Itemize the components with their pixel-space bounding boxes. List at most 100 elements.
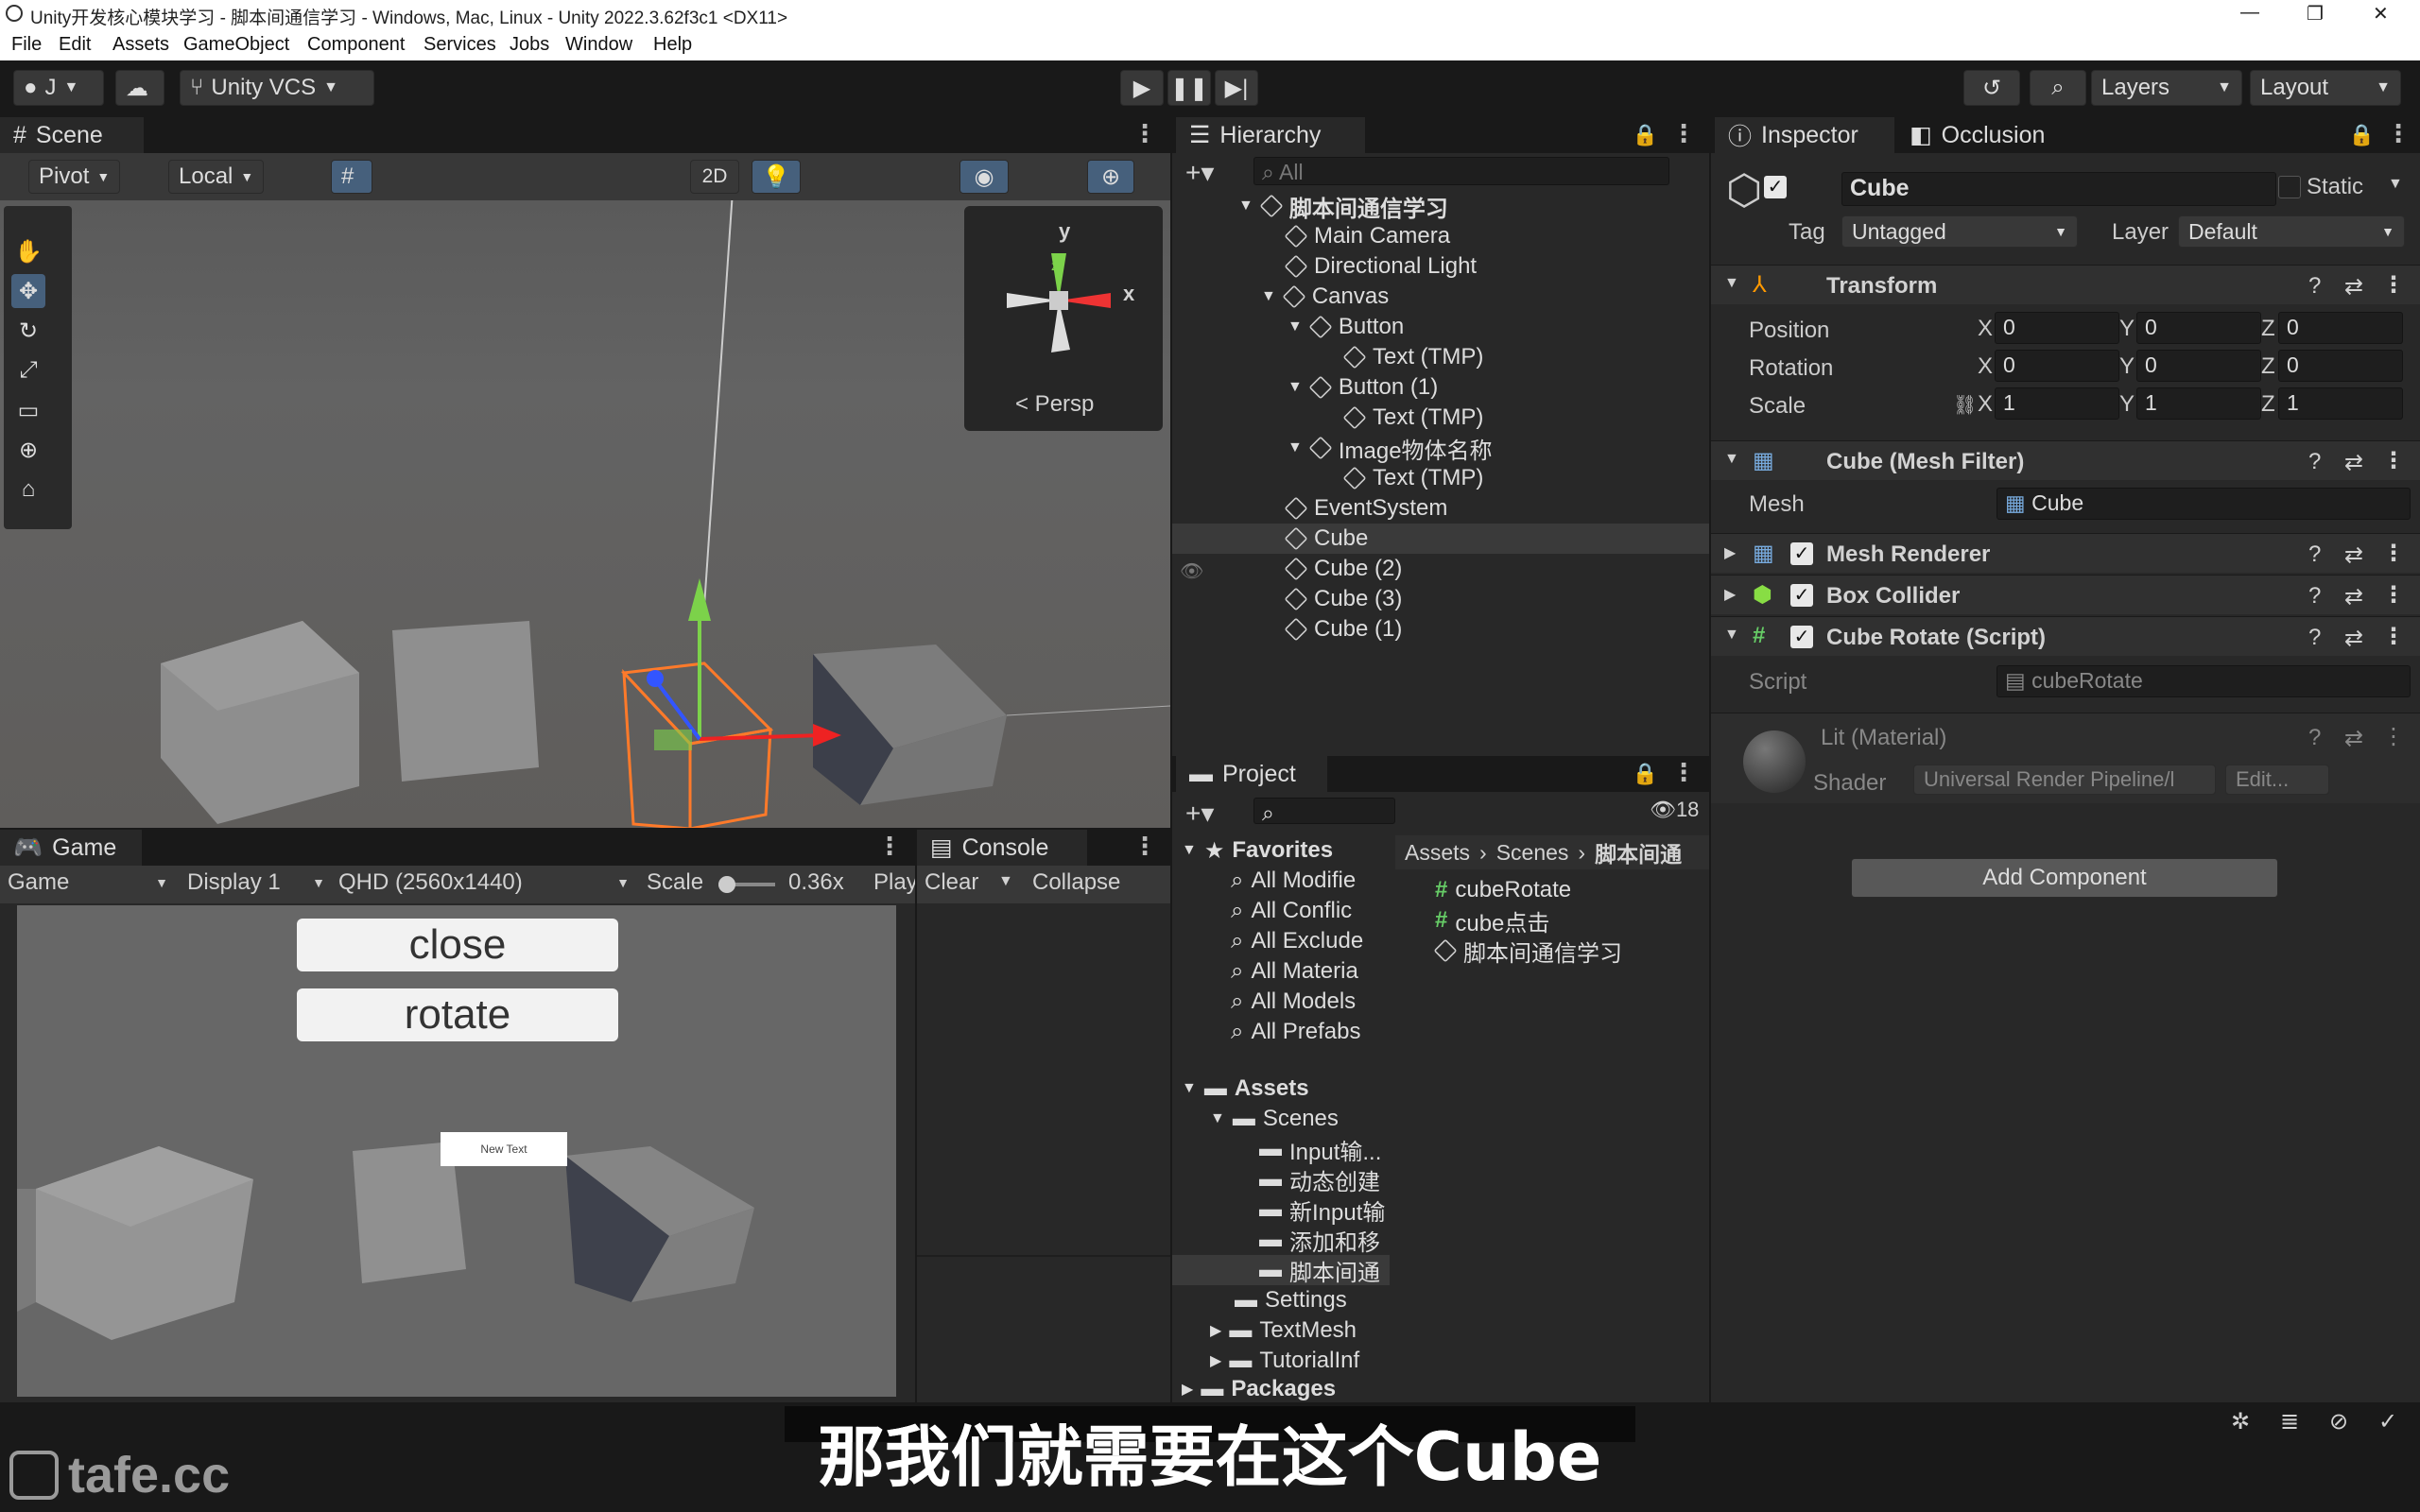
hierarchy-item[interactable]: Text (TMP) bbox=[1172, 403, 1709, 433]
more-icon[interactable]: ⋮ bbox=[2382, 540, 2405, 567]
settings-icon[interactable]: ⇄ bbox=[2344, 273, 2363, 301]
search-button[interactable]: ⌕ bbox=[2030, 70, 2086, 106]
mesh-field[interactable]: ▦ Cube bbox=[1996, 488, 2411, 520]
folder-item[interactable]: ▬ Settings bbox=[1235, 1285, 1347, 1315]
scale-x-field[interactable]: 1 bbox=[1995, 387, 2119, 420]
object-name-field[interactable]: Cube bbox=[1841, 172, 2276, 206]
play-button[interactable]: ▶ bbox=[1120, 70, 1164, 106]
favorite-item[interactable]: ⌕ All Modifie bbox=[1231, 866, 1356, 896]
help-icon[interactable]: ? bbox=[2308, 449, 2321, 475]
menu-jobs[interactable]: Jobs bbox=[510, 34, 549, 56]
assets-folder[interactable]: ▼ ▬ Assets bbox=[1182, 1074, 1309, 1104]
folder-item[interactable]: ▬ 新Input输 bbox=[1259, 1194, 1385, 1226]
menu-help[interactable]: Help bbox=[653, 34, 692, 56]
hierarchy-item[interactable]: ▼ Canvas bbox=[1172, 282, 1709, 312]
menu-gameobject[interactable]: GameObject bbox=[183, 34, 289, 56]
game-close-button[interactable]: close bbox=[297, 919, 618, 971]
pause-button[interactable]: ❚❚ bbox=[1167, 70, 1211, 106]
favorite-item[interactable]: ⌕ All Prefabs bbox=[1231, 1017, 1361, 1047]
triangle-down-icon[interactable]: ▼ bbox=[1288, 439, 1303, 456]
more-icon[interactable]: ⋮ bbox=[877, 832, 902, 861]
favorites-item[interactable]: ▼ ★ Favorites bbox=[1182, 835, 1333, 866]
packages-folder[interactable]: ▶ ▬ Packages bbox=[1182, 1374, 1336, 1404]
help-icon[interactable]: ? bbox=[2308, 541, 2321, 568]
rotation-y-field[interactable]: 0 bbox=[2136, 350, 2261, 382]
static-checkbox[interactable] bbox=[2278, 176, 2301, 198]
folder-item[interactable]: ▶ ▬ TextMesh bbox=[1210, 1315, 1357, 1346]
settings-icon[interactable]: ⇄ bbox=[2344, 583, 2363, 610]
pivot-dropdown[interactable]: Pivot ▼ bbox=[28, 160, 121, 194]
hand-tool-icon[interactable]: ✋ bbox=[11, 234, 45, 268]
tab-console[interactable]: ▤ Console bbox=[917, 830, 1087, 866]
slider-handle[interactable] bbox=[718, 876, 735, 893]
tab-occlusion[interactable]: ◧ Occlusion bbox=[1896, 117, 2076, 153]
help-icon[interactable]: ? bbox=[2308, 583, 2321, 610]
hierarchy-item[interactable]: Cube (3) bbox=[1172, 584, 1709, 614]
visibility-toggle[interactable]: ◉ bbox=[959, 160, 1009, 194]
layers-dropdown[interactable]: Layers ▼ bbox=[2091, 70, 2242, 106]
2d-toggle[interactable]: 2D bbox=[690, 160, 739, 194]
help-icon[interactable]: ? bbox=[2308, 625, 2321, 651]
hierarchy-item[interactable]: ▼ Button bbox=[1172, 312, 1709, 342]
settings-icon[interactable]: ⇄ bbox=[2344, 725, 2363, 752]
more-icon[interactable]: ⋮ bbox=[2382, 723, 2405, 750]
clear-button[interactable]: Clear bbox=[925, 869, 978, 896]
hierarchy-item[interactable]: ▼ Image物体名称 bbox=[1172, 433, 1709, 464]
hierarchy-item[interactable]: EventSystem bbox=[1172, 493, 1709, 524]
folder-item[interactable]: ▶ ▬ TutorialInf bbox=[1210, 1346, 1359, 1376]
box-collider-header[interactable]: ▶ ⬢ ✓ Box Collider ? ⇄ ⋮ bbox=[1711, 575, 2420, 614]
scene-viewport[interactable]: ✋ ✥ ↻ ⤢ ▭ ⊕ ⌂ y x z < Persp bbox=[0, 200, 1170, 828]
vcs-button[interactable]: ⑂ Unity VCS ▼ bbox=[180, 70, 374, 106]
account-button[interactable]: ● J ▼ bbox=[13, 70, 104, 106]
maximize-button[interactable]: ❐ bbox=[2307, 2, 2324, 26]
tab-hierarchy[interactable]: ☰ Hierarchy bbox=[1176, 117, 1365, 153]
file-item[interactable]: # cubeRotate bbox=[1435, 875, 1571, 905]
more-icon[interactable]: ⋮ bbox=[2382, 623, 2405, 650]
more-icon[interactable]: ⋮ bbox=[1671, 758, 1696, 787]
active-checkbox[interactable]: ✓ bbox=[1764, 176, 1787, 198]
add-button[interactable]: +▾ bbox=[1185, 157, 1214, 188]
gizmos-toggle[interactable]: ⊕ bbox=[1087, 160, 1134, 194]
help-icon[interactable]: ? bbox=[2308, 725, 2321, 751]
scale-y-field[interactable]: 1 bbox=[2136, 387, 2261, 420]
menu-services[interactable]: Services bbox=[424, 34, 496, 56]
hierarchy-item[interactable]: Cube (2) bbox=[1172, 554, 1709, 584]
scale-slider[interactable] bbox=[718, 876, 775, 893]
lock-icon[interactable]: 🔒 bbox=[1633, 123, 1658, 147]
hierarchy-item[interactable]: Directional Light bbox=[1172, 251, 1709, 282]
more-icon[interactable]: ⋮ bbox=[1132, 119, 1157, 148]
hierarchy-search-input[interactable]: ⌕ All bbox=[1253, 157, 1669, 185]
scale-tool-icon[interactable]: ⤢ bbox=[11, 353, 45, 387]
scenes-folder[interactable]: ▼ ▬ Scenes bbox=[1210, 1104, 1339, 1134]
settings-icon[interactable]: ⇄ bbox=[2344, 541, 2363, 569]
edit-shader-button[interactable]: Edit... bbox=[2225, 765, 2329, 795]
mesh-filter-header[interactable]: ▼ ▦ Cube (Mesh Filter) ? ⇄ ⋮ bbox=[1711, 440, 2420, 480]
file-item[interactable]: 脚本间通信学习 bbox=[1433, 936, 1622, 967]
hierarchy-item[interactable]: Main Camera bbox=[1172, 221, 1709, 251]
triangle-down-icon[interactable]: ▼ bbox=[1288, 379, 1303, 396]
rotate-tool-icon[interactable]: ↻ bbox=[11, 314, 45, 348]
more-icon[interactable]: ⋮ bbox=[1132, 832, 1157, 861]
hierarchy-item[interactable]: ▼ Button (1) bbox=[1172, 372, 1709, 403]
hierarchy-item[interactable]: Cube (1) bbox=[1172, 614, 1709, 644]
mesh-renderer-header[interactable]: ▶ ▦ ✓ Mesh Renderer ? ⇄ ⋮ bbox=[1711, 533, 2420, 573]
link-icon[interactable]: ⛓ bbox=[1953, 393, 1977, 417]
game-rotate-button[interactable]: rotate bbox=[297, 988, 618, 1041]
network-icon[interactable]: ⊘ bbox=[2329, 1408, 2348, 1435]
add-component-button[interactable]: Add Component bbox=[1851, 858, 2278, 898]
more-icon[interactable]: ⋮ bbox=[1671, 119, 1696, 148]
tab-inspector[interactable]: ⓘ Inspector bbox=[1715, 117, 1894, 153]
transform-tool-icon[interactable]: ⊕ bbox=[11, 433, 45, 467]
folder-item[interactable]: ▬ Input输... bbox=[1259, 1134, 1381, 1165]
enabled-checkbox[interactable]: ✓ bbox=[1790, 542, 1813, 565]
help-icon[interactable]: ? bbox=[2308, 273, 2321, 300]
hierarchy-item[interactable]: Text (TMP) bbox=[1172, 463, 1709, 493]
rotation-z-field[interactable]: 0 bbox=[2278, 350, 2403, 382]
more-icon[interactable]: ⋮ bbox=[2382, 271, 2405, 299]
tab-game[interactable]: 🎮 Game bbox=[0, 830, 142, 866]
layer-dropdown[interactable]: Default ▼ bbox=[2178, 215, 2405, 248]
hierarchy-item[interactable]: Text (TMP) bbox=[1172, 342, 1709, 372]
resolution-dropdown[interactable]: QHD (2560x1440) ▼ bbox=[338, 869, 630, 896]
position-y-field[interactable]: 0 bbox=[2136, 312, 2261, 344]
file-item[interactable]: # cube点击 bbox=[1435, 905, 1549, 936]
